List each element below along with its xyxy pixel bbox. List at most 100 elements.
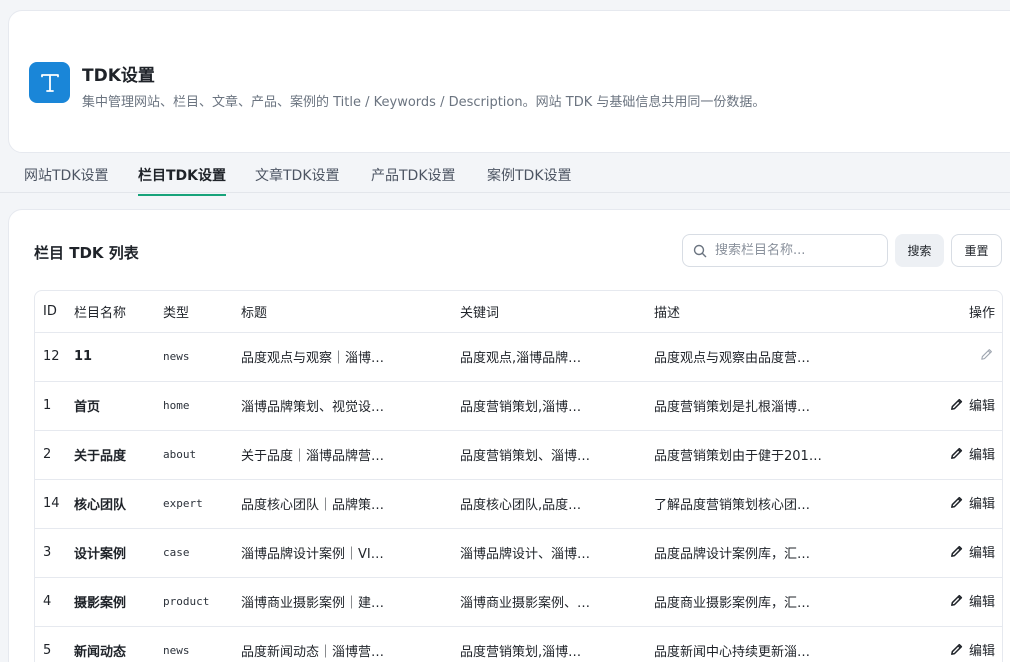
table-row: 12 11 news 品度观点与观察｜淄博… 品度观点,淄博品牌… 品度观点与观… [35,332,1002,382]
tab-case-tdk[interactable]: 案例TDK设置 [487,165,572,195]
table-header-row: ID 栏目名称 类型 标题 关键词 描述 操作 [35,291,1002,333]
cell-actions: 编辑 [894,577,1002,627]
pencil-icon [951,545,963,557]
page-description: 集中管理网站、栏目、文章、产品、案例的 Title / Keywords / D… [82,95,766,110]
edit-label: 编辑 [968,546,995,561]
search-input[interactable] [715,243,875,258]
cell-name: 首页 [74,381,163,431]
edit-label: 编辑 [968,644,995,659]
cell-actions [894,332,1002,382]
edit-button[interactable]: 编辑 [949,542,995,561]
search-box [682,234,888,267]
cell-name: 11 [74,332,163,382]
pencil-icon [951,643,963,655]
cell-keywords: 淄博商业摄影案例、… [460,577,654,627]
cell-id: 12 [35,332,74,382]
cell-type: home [163,381,241,431]
tab-column-tdk[interactable]: 栏目TDK设置 [138,165,227,196]
column-header-title: 标题 [241,291,460,333]
cell-keywords: 品度观点,淄博品牌… [460,332,654,382]
cell-id: 2 [35,430,74,480]
pencil-icon [951,594,963,606]
cell-id: 4 [35,577,74,627]
cell-keywords: 品度核心团队,品度… [460,479,654,529]
tab-bar: 网站TDK设置 栏目TDK设置 文章TDK设置 产品TDK设置 案例TDK设置 [0,155,1010,196]
column-header-name: 栏目名称 [74,291,163,333]
cell-description: 品度商业摄影案例库，汇… [654,577,894,627]
cell-type: news [163,332,241,382]
column-tdk-table: ID 栏目名称 类型 标题 关键词 描述 操作 12 11 news 品度观点与… [34,290,1003,662]
cell-id: 3 [35,528,74,578]
list-title: 栏目 TDK 列表 [34,244,139,262]
cell-description: 品度新闻中心持续更新淄… [654,626,894,662]
reset-button[interactable]: 重置 [951,234,1002,267]
cell-description: 品度营销策划是扎根淄博… [654,381,894,431]
pencil-icon [981,349,992,360]
cell-type: news [163,626,241,662]
pencil-icon [951,496,963,508]
cell-actions: 编辑 [894,381,1002,431]
tab-site-tdk[interactable]: 网站TDK设置 [24,165,109,195]
cell-type: product [163,577,241,627]
pencil-icon [951,447,963,459]
cell-title: 品度新闻动态｜淄博营… [241,626,460,662]
edit-button[interactable] [979,347,995,362]
tab-product-tdk[interactable]: 产品TDK设置 [371,165,456,195]
cell-description: 了解品度营销策划核心团… [654,479,894,529]
page-header-card: TDK设置 集中管理网站、栏目、文章、产品、案例的 Title / Keywor… [8,10,1010,153]
cell-id: 5 [35,626,74,662]
column-tdk-list-card: 栏目 TDK 列表 搜索 重置 ID 栏目名称 类型 标题 关键词 描述 [8,209,1010,662]
column-header-type: 类型 [163,291,241,333]
table-row: 3 设计案例 case 淄博品牌设计案例｜VI… 淄博品牌设计、淄博… 品度品牌… [35,528,1002,578]
table-row: 14 核心团队 expert 品度核心团队｜品牌策… 品度核心团队,品度… 了解… [35,479,1002,529]
cell-name: 新闻动态 [74,626,163,662]
edit-label: 编辑 [968,595,995,610]
table-row: 2 关于品度 about 关于品度｜淄博品牌营… 品度营销策划、淄博… 品度营销… [35,430,1002,480]
column-header-keywords: 关键词 [460,291,654,333]
cell-keywords: 品度营销策划、淄博… [460,430,654,480]
cell-actions: 编辑 [894,430,1002,480]
edit-label: 编辑 [968,448,995,463]
cell-id: 1 [35,381,74,431]
table-row: 1 首页 home 淄博品牌策划、视觉设… 品度营销策划,淄博… 品度营销策划是… [35,381,1002,431]
cell-title: 淄博商业摄影案例｜建… [241,577,460,627]
cell-keywords: 品度营销策划,淄博… [460,626,654,662]
cell-title: 品度观点与观察｜淄博… [241,332,460,382]
edit-label: 编辑 [968,497,995,512]
table-row: 4 摄影案例 product 淄博商业摄影案例｜建… 淄博商业摄影案例、… 品度… [35,577,1002,627]
edit-button[interactable]: 编辑 [949,444,995,463]
cell-description: 品度品牌设计案例库，汇… [654,528,894,578]
cell-title: 品度核心团队｜品牌策… [241,479,460,529]
cell-type: about [163,430,241,480]
column-header-actions: 操作 [894,291,1002,333]
tab-article-tdk[interactable]: 文章TDK设置 [255,165,340,195]
text-t-icon [29,62,70,103]
table-row: 5 新闻动态 news 品度新闻动态｜淄博营… 品度营销策划,淄博… 品度新闻中… [35,626,1002,662]
cell-keywords: 品度营销策划,淄博… [460,381,654,431]
cell-title: 淄博品牌策划、视觉设… [241,381,460,431]
edit-button[interactable]: 编辑 [949,395,995,414]
column-header-description: 描述 [654,291,894,333]
search-icon [693,244,707,257]
cell-name: 摄影案例 [74,577,163,627]
cell-name: 设计案例 [74,528,163,578]
cell-title: 淄博品牌设计案例｜VI… [241,528,460,578]
edit-label: 编辑 [968,399,995,414]
cell-type: expert [163,479,241,529]
column-header-id: ID [35,291,74,333]
cell-name: 关于品度 [74,430,163,480]
search-button[interactable]: 搜索 [895,234,944,267]
page-title: TDK设置 [82,66,155,86]
cell-keywords: 淄博品牌设计、淄博… [460,528,654,578]
edit-button[interactable]: 编辑 [949,591,995,610]
pencil-icon [951,398,963,410]
cell-actions: 编辑 [894,528,1002,578]
cell-actions: 编辑 [894,479,1002,529]
cell-actions: 编辑 [894,626,1002,662]
cell-type: case [163,528,241,578]
cell-description: 品度观点与观察由品度营… [654,332,894,382]
edit-button[interactable]: 编辑 [949,493,995,512]
edit-button[interactable]: 编辑 [949,640,995,659]
cell-description: 品度营销策划由于健于201… [654,430,894,480]
cell-title: 关于品度｜淄博品牌营… [241,430,460,480]
